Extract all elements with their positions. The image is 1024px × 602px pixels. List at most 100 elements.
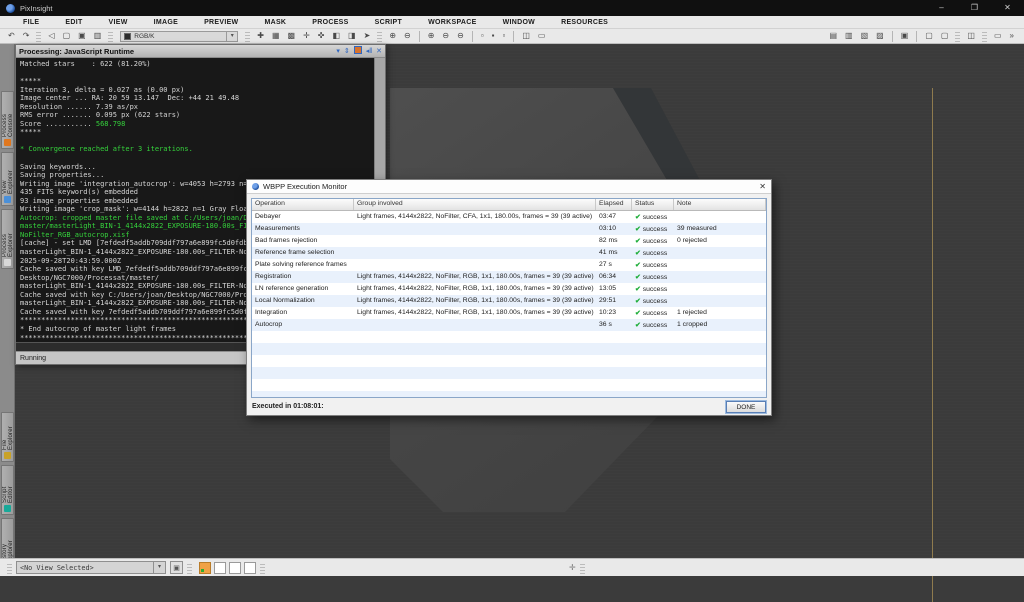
zoom-optimal-icon[interactable]: ▩ [284,29,300,43]
zoom-fit-icon[interactable]: ▦ [268,29,284,43]
icons-1-icon[interactable]: ▥ [841,29,857,43]
reset-stretch-icon[interactable]: ▭ [534,29,550,43]
restore-sel-icon[interactable]: ▫ [499,29,510,43]
view-selector[interactable]: <No View Selected> ▾ [16,561,166,574]
menu-item-view[interactable]: VIEW [96,19,141,26]
zoom-custom-icon[interactable]: ⊖ [453,29,468,43]
zoom-in-icon[interactable]: ⊕ [385,29,400,43]
drag-handle-icon[interactable] [580,562,585,574]
dock-icon[interactable] [354,46,362,54]
toolbar-separator-handle[interactable] [955,31,960,42]
minimize-button[interactable]: – [925,0,958,16]
cell-elapsed: 03:10 [596,225,632,232]
menu-item-preview[interactable]: PREVIEW [191,19,251,26]
copy-image-icon[interactable]: ▣ [74,29,90,43]
drag-handle-icon[interactable] [187,562,192,574]
done-button[interactable]: DONE [726,401,766,413]
shade-icon[interactable]: ▾ [336,46,340,57]
table-row[interactable]: DebayerLight frames, 4144x2822, NoFilter… [252,211,766,223]
zoom-fitview-icon[interactable]: ⊖ [438,29,453,43]
menu-item-workspace[interactable]: WORKSPACE [415,19,489,26]
process-console-icon[interactable]: ◁ [44,29,58,43]
pan-icon[interactable]: ✛ [299,29,314,43]
menu-item-process[interactable]: PROCESS [299,19,361,26]
workspace-thumbnail-4[interactable] [244,562,256,574]
chevron-down-icon[interactable]: ▾ [153,562,165,573]
table-row[interactable]: Autocrop36 s✔success1 cropped [252,319,766,331]
menu-item-file[interactable]: FILE [10,19,52,26]
collapse-icon[interactable]: ◂‖ [366,46,372,57]
workspace-c-icon[interactable]: ▢ [937,29,953,43]
sidebar-tab-process-console[interactable]: Process Console [1,91,14,149]
center-icon[interactable]: ✜ [314,29,329,43]
table-row[interactable]: Plate solving reference frames27 s✔succe… [252,259,766,271]
menu-item-resources[interactable]: RESOURCES [548,19,621,26]
column-header-status[interactable]: Status [632,198,674,210]
workspace-thumbnail-2[interactable] [214,562,226,574]
zoom-11-icon[interactable]: ⊕ [424,29,439,43]
drag-handle-icon[interactable] [7,562,12,574]
chevron-down-icon[interactable]: ▾ [226,32,237,41]
workspace-b-icon[interactable]: ▢ [921,29,937,43]
table-row[interactable]: Local NormalizationLight frames, 4144x28… [252,295,766,307]
resize-icon[interactable]: ⇕ [344,46,350,57]
column-header-note[interactable]: Note [674,198,766,210]
table-row[interactable]: Reference frame selection41 ms✔success [252,247,766,259]
split-panel-icon[interactable]: ◫ [963,29,979,43]
monitor-icon[interactable]: ▭ [990,29,1006,43]
menu-item-edit[interactable]: EDIT [52,19,95,26]
sidebar-tab-view-explorer[interactable]: View Explorer [1,152,14,206]
move-mode-icon[interactable]: ✚ [253,29,268,43]
split-preview-icon[interactable]: ◧ [328,29,344,43]
workspace-thumbnail-3[interactable] [229,562,241,574]
menu-item-image[interactable]: IMAGE [141,19,191,26]
toolbar-separator-handle[interactable] [982,31,987,42]
table-row[interactable]: RegistrationLight frames, 4144x2822, NoF… [252,271,766,283]
menu-item-mask[interactable]: MASK [251,19,299,26]
sidebar-tab-process-explorer[interactable]: Process Explorer [1,209,14,269]
column-header-group-involved[interactable]: Group involved [354,198,596,210]
toolbar-separator-handle[interactable] [108,31,113,42]
table-row[interactable]: IntegrationLight frames, 4144x2822, NoFi… [252,307,766,319]
workspace-thumbnail-1[interactable] [199,562,211,574]
toolbar-separator-handle[interactable] [377,31,382,42]
toolbar-separator-handle[interactable] [245,31,250,42]
menu-item-window[interactable]: WINDOW [490,19,549,26]
select-cursor-icon[interactable]: ➤ [360,29,375,43]
column-header-operation[interactable]: Operation [252,198,354,210]
icons-3-icon[interactable]: ▨ [872,29,888,43]
dialog-titlebar[interactable]: WBPP Execution Monitor ✕ [247,180,771,194]
drag-handle-icon[interactable] [260,562,265,574]
explorer-window-icon[interactable]: ▤ [825,29,841,43]
close-icon[interactable]: ✕ [376,46,382,57]
table-row[interactable]: LN reference generationLight frames, 414… [252,283,766,295]
dialog-close-icon[interactable]: ✕ [759,182,766,191]
paste-image-icon[interactable]: ▥ [90,29,106,43]
view-mode-button[interactable]: ▣ [170,561,183,574]
redo-icon[interactable]: ↷ [19,29,34,43]
overflow-icon[interactable]: » [1006,29,1018,43]
new-image-icon[interactable]: ▢ [59,29,75,43]
crop-icon[interactable]: ▪ [488,29,499,43]
column-header-elapsed[interactable]: Elapsed [596,198,632,210]
operations-table[interactable]: OperationGroup involvedElapsedStatusNote… [251,198,767,398]
zoom-out-icon[interactable]: ⊖ [400,29,415,43]
new-preview-icon[interactable]: ◨ [344,29,360,43]
toolbar-divider [916,31,917,42]
console-titlebar[interactable]: Processing: JavaScript Runtime ▾⇕◂‖✕ [16,45,385,58]
undo-icon[interactable]: ↶ [4,29,19,43]
sidebar-tab-script-editor[interactable]: Script Editor [1,465,14,515]
select-all-icon[interactable]: ▫ [477,29,488,43]
restore-button[interactable]: ❐ [958,0,991,16]
sidebar-tab-file-explorer[interactable]: File Explorer [1,412,14,462]
cell-status: ✔success [632,321,674,329]
workspace-a-icon[interactable]: ▣ [897,29,913,43]
table-row[interactable]: Measurements03:10✔success39 measured [252,223,766,235]
close-button[interactable]: ✕ [991,0,1024,16]
toolbar-separator-handle[interactable] [36,31,41,42]
table-row[interactable]: Bad frames rejection82 ms✔success0 rejec… [252,235,766,247]
channel-selector[interactable]: RGB/K ▾ [120,31,238,42]
screen-stretch-icon[interactable]: ◫ [518,29,534,43]
menu-item-script[interactable]: SCRIPT [362,19,415,26]
icons-2-icon[interactable]: ▧ [857,29,873,43]
